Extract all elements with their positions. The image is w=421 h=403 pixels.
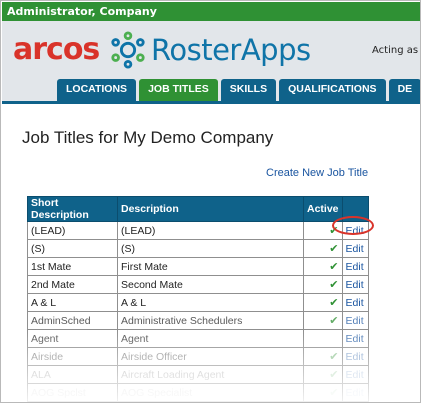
main-tabs: LOCATIONS JOB TITLES SKILLS QUALIFICATIO… xyxy=(57,79,420,101)
tab-skills[interactable]: SKILLS xyxy=(220,79,277,101)
edit-link[interactable]: Edit xyxy=(341,239,369,258)
active-check-icon: ✔ xyxy=(303,365,343,384)
short-description-cell: 2nd Mate xyxy=(27,275,118,294)
tab-job-titles[interactable]: JOB TITLES xyxy=(139,79,218,101)
acting-as-label: Acting as xyxy=(372,45,419,56)
short-description-cell: AOG Spclst xyxy=(27,383,118,402)
short-description-cell: (S) xyxy=(27,239,118,258)
active-check-icon xyxy=(303,329,343,348)
short-description-cell: A & L xyxy=(27,293,118,312)
app-frame: Administrator, Company arcos RosterApps … xyxy=(0,0,421,403)
table-row: 2nd Mate Second Mate ✔ Edit xyxy=(27,275,369,294)
edit-link[interactable]: Edit xyxy=(341,257,369,276)
short-description-cell: (LEAD) xyxy=(27,221,118,240)
col-description[interactable]: Description xyxy=(117,196,304,222)
short-description-cell: AdminSched xyxy=(27,311,118,330)
short-description-cell: Agent xyxy=(27,329,118,348)
page-title: Job Titles for My Demo Company xyxy=(22,128,274,147)
active-check-icon: ✔ xyxy=(303,311,343,330)
edit-link[interactable]: Edit xyxy=(341,329,369,348)
active-check-icon: ✔ xyxy=(303,239,343,258)
arcos-logo: arcos xyxy=(13,32,100,67)
table-row: ALA Aircraft Loading Agent ✔ Edit xyxy=(27,365,369,384)
edit-link[interactable]: Edit xyxy=(341,293,369,312)
tab-more[interactable]: DE xyxy=(388,79,420,101)
description-cell: (LEAD) xyxy=(117,221,304,240)
edit-link[interactable]: Edit xyxy=(341,365,369,384)
table-row: A & LA & L ✔ Edit xyxy=(27,293,369,312)
description-cell: A & L xyxy=(117,293,304,312)
active-check-icon: ✔ xyxy=(303,347,343,366)
short-description-cell: ALA xyxy=(27,365,118,384)
col-short-description[interactable]: Short Description xyxy=(27,196,118,222)
table-header-row: Short Description Description Active xyxy=(27,196,369,222)
user-bar: Administrator, Company xyxy=(2,2,420,21)
table-row: Agent Agent Edit xyxy=(27,329,369,348)
table-row: (S) (S) ✔ Edit xyxy=(27,239,369,258)
description-cell: Agent xyxy=(117,329,304,348)
table-row: AOG Spclst AOG Specialist ✔ Edit xyxy=(27,383,369,402)
short-description-cell: Airside xyxy=(27,347,118,366)
tab-underline xyxy=(2,101,420,104)
edit-link[interactable]: Edit xyxy=(341,347,369,366)
description-cell: Airside Officer xyxy=(117,347,304,366)
description-cell: (S) xyxy=(117,239,304,258)
table-row: AdminSched Administrative Schedulers ✔ Edit xyxy=(27,311,369,330)
tab-locations[interactable]: LOCATIONS xyxy=(57,79,137,101)
user-label: Administrator, Company xyxy=(7,5,157,18)
description-cell: Administrative Schedulers xyxy=(117,311,304,330)
description-cell: Second Mate xyxy=(117,275,304,294)
edit-link[interactable]: Edit xyxy=(341,311,369,330)
description-cell: First Mate xyxy=(117,257,304,276)
description-cell: AOG Specialist xyxy=(117,383,304,402)
table-body: (LEAD) (LEAD) ✔ Edit (S) (S) ✔ Edit 1st Mate Firs… xyxy=(27,221,369,402)
active-check-icon: ✔ xyxy=(303,257,343,276)
table-row: Airside Airside Officer ✔ Edit xyxy=(27,347,369,366)
active-check-icon: ✔ xyxy=(303,293,343,312)
tab-qualifications[interactable]: QUALIFICATIONS xyxy=(279,79,386,101)
edit-link[interactable]: Edit xyxy=(341,383,369,402)
edit-highlight-circle xyxy=(332,216,374,235)
create-job-title-link[interactable]: Create New Job Title xyxy=(266,167,368,179)
active-check-icon: ✔ xyxy=(303,275,343,294)
edit-link[interactable]: Edit xyxy=(341,275,369,294)
rosterapps-logo: RosterApps xyxy=(151,33,311,67)
job-titles-table: Short Description Description Active (LE… xyxy=(27,196,369,402)
col-active[interactable]: Active xyxy=(303,196,343,222)
table-row: (LEAD) (LEAD) ✔ Edit xyxy=(27,221,369,240)
short-description-cell: 1st Mate xyxy=(27,257,118,276)
table-row: 1st Mate First Mate ✔ Edit xyxy=(27,257,369,276)
rosterapps-gear-icon xyxy=(111,31,145,69)
description-cell: Aircraft Loading Agent xyxy=(117,365,304,384)
active-check-icon: ✔ xyxy=(303,383,343,402)
